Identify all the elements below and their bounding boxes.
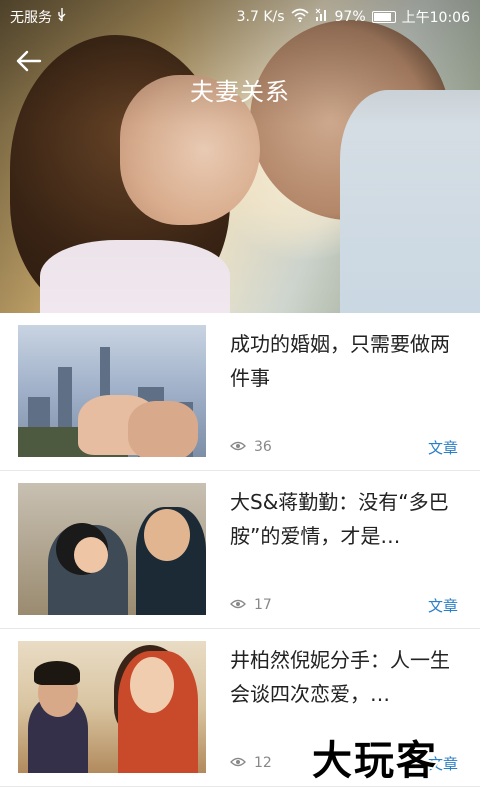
- article-thumbnail: [18, 483, 206, 615]
- article-title[interactable]: 井柏然倪妮分手：人一生会谈四次恋爱，…: [230, 643, 462, 711]
- eye-icon: [230, 597, 246, 613]
- article-thumbnail: [18, 641, 206, 773]
- battery-icon: [371, 11, 396, 23]
- header-banner: [0, 0, 480, 313]
- status-bar: 无服务 3.7 K/s 97% 上午10:06: [0, 0, 480, 30]
- article-item[interactable]: 大S&蒋勤勤：没有“多巴胺”的爱情，才是… 17 文章: [0, 471, 480, 629]
- article-thumbnail: [18, 325, 206, 457]
- watermark-logo: 大玩客: [310, 736, 438, 786]
- article-list: 成功的婚姻，只需要做两件事 36 文章 大S&蒋勤勤：没有“多巴胺”的爱情，才是…: [0, 313, 480, 787]
- battery-percent: 97%: [334, 9, 366, 25]
- page-title: 夫妻关系: [190, 78, 290, 106]
- banner-overlay: [0, 0, 480, 313]
- signal-icon: [315, 8, 329, 26]
- usb-icon: [56, 8, 68, 26]
- article-tag: 文章: [427, 439, 458, 457]
- view-count-value: 17: [254, 597, 272, 613]
- view-count: 17: [230, 597, 272, 613]
- view-count-value: 36: [254, 439, 272, 455]
- article-title[interactable]: 成功的婚姻，只需要做两件事: [230, 327, 462, 395]
- article-tag: 文章: [427, 597, 458, 615]
- article-item[interactable]: 成功的婚姻，只需要做两件事 36 文章: [0, 313, 480, 471]
- network-speed: 3.7 K/s: [236, 9, 285, 25]
- carrier-text: 无服务: [10, 10, 52, 26]
- clock: 上午10:06: [401, 10, 470, 26]
- view-count-value: 12: [254, 755, 272, 771]
- wifi-icon: [290, 8, 309, 26]
- article-title[interactable]: 大S&蒋勤勤：没有“多巴胺”的爱情，才是…: [230, 485, 462, 553]
- view-count: 12: [230, 755, 272, 771]
- view-count: 36: [230, 439, 272, 455]
- eye-icon: [230, 439, 246, 455]
- eye-icon: [230, 755, 246, 771]
